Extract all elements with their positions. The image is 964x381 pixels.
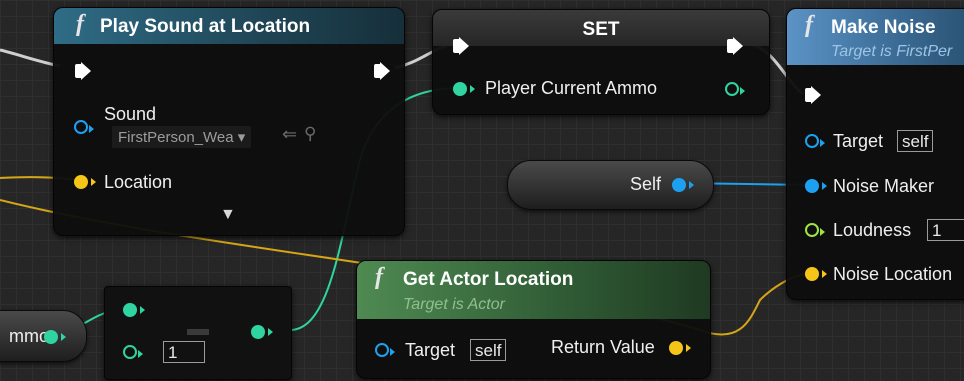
exec-out-pin[interactable] xyxy=(374,62,390,80)
ammo-in-pin[interactable] xyxy=(453,82,475,96)
ammo-variable-node[interactable]: mmo xyxy=(0,310,87,362)
get-actor-location-node[interactable]: f Get Actor Location Target is Actor Tar… xyxy=(356,260,711,379)
node-header: f Get Actor Location Target is Actor xyxy=(357,261,710,319)
node-title: Play Sound at Location xyxy=(100,16,311,37)
return-value-label: Return Value xyxy=(551,337,655,357)
return-value-pin[interactable] xyxy=(669,341,691,355)
exec-in-pin[interactable] xyxy=(453,37,469,55)
exec-out-pin[interactable] xyxy=(727,37,743,55)
sound-asset-dropdown[interactable]: FirstPerson_Wea ▾ xyxy=(112,126,252,148)
exec-wire-in xyxy=(0,48,61,68)
node-subtitle: Target is FirstPer xyxy=(831,43,953,60)
sound-label: Sound xyxy=(104,104,157,124)
play-sound-at-location-node[interactable]: f Play Sound at Location Sound FirstPers… xyxy=(53,7,405,236)
node-header: f Play Sound at Location xyxy=(54,8,404,44)
node-title: Make Noise xyxy=(831,17,936,38)
target-label: Target xyxy=(405,340,456,360)
search-icon[interactable]: ⚲ xyxy=(304,124,316,144)
noise-location-pin[interactable] xyxy=(805,267,827,281)
expand-arrow-icon[interactable]: ▼ xyxy=(220,206,236,224)
subtract-node[interactable]: 1 xyxy=(104,286,292,380)
loudness-input[interactable]: 1 xyxy=(927,219,964,241)
function-icon: f xyxy=(375,264,383,290)
ammo-label: mmo xyxy=(9,326,49,346)
exec-in-pin[interactable] xyxy=(805,86,821,104)
exec-in-pin[interactable] xyxy=(75,62,91,80)
player-current-ammo-label: Player Current Ammo xyxy=(485,78,658,98)
result-pin[interactable] xyxy=(251,325,273,339)
node-title: SET xyxy=(582,19,620,40)
subtract-symbol xyxy=(187,329,209,335)
browse-icon[interactable]: ⇐ xyxy=(282,124,297,145)
noise-maker-label: Noise Maker xyxy=(833,176,935,196)
target-self-box[interactable]: self xyxy=(470,339,507,361)
function-icon: f xyxy=(76,11,84,37)
target-label: Target xyxy=(833,131,884,151)
self-out-pin[interactable] xyxy=(672,178,694,192)
target-self-box[interactable]: self xyxy=(897,130,934,152)
location-label: Location xyxy=(104,172,173,192)
function-icon: f xyxy=(805,12,813,38)
make-noise-node[interactable]: f Make Noise Target is FirstPer Target s… xyxy=(786,8,964,300)
target-pin[interactable] xyxy=(805,134,825,148)
self-reference-node[interactable]: Self xyxy=(507,160,714,210)
node-title: Get Actor Location xyxy=(403,269,574,290)
b-pin[interactable] xyxy=(123,345,143,359)
ammo-out-pin[interactable] xyxy=(44,330,66,344)
location-pin[interactable] xyxy=(74,175,96,189)
b-value-input[interactable]: 1 xyxy=(163,341,205,363)
set-node[interactable]: SET Player Current Ammo xyxy=(432,9,770,115)
noise-location-label: Noise Location xyxy=(833,264,953,284)
node-header: SET xyxy=(433,10,769,46)
node-header: f Make Noise Target is FirstPer xyxy=(787,9,964,65)
target-pin[interactable] xyxy=(375,343,395,357)
node-subtitle: Target is Actor xyxy=(403,296,505,313)
self-label: Self xyxy=(630,174,662,194)
loudness-label: Loudness xyxy=(833,220,912,240)
loudness-pin[interactable] xyxy=(805,223,825,237)
a-pin[interactable] xyxy=(123,303,145,317)
ammo-out-pin[interactable] xyxy=(725,82,745,96)
dropdown-arrow-icon: ▾ xyxy=(237,129,246,146)
sound-pin[interactable] xyxy=(74,120,94,134)
noise-maker-pin[interactable] xyxy=(805,179,827,193)
